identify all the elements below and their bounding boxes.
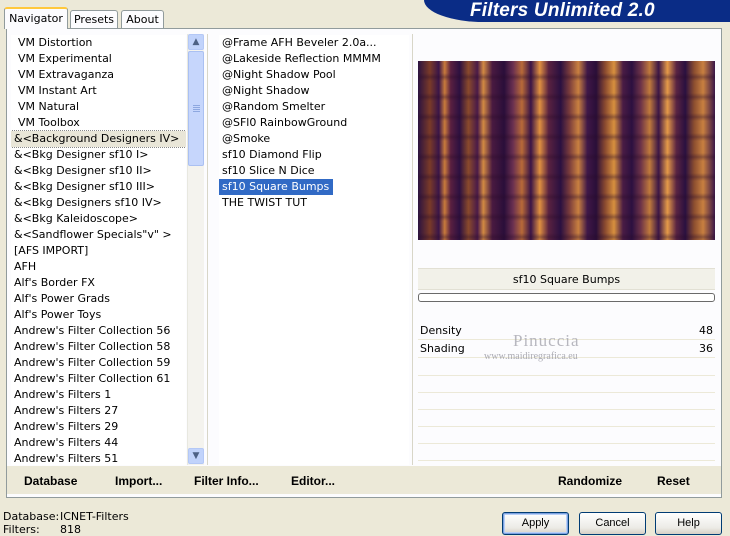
tab-about[interactable]: About: [121, 10, 164, 28]
category-item[interactable]: &<Background Designers IV>: [11, 130, 186, 148]
category-item[interactable]: &<Sandflower Specials"v" >: [11, 227, 186, 243]
filter-preview-image: [418, 61, 715, 240]
param-empty-row: [418, 394, 715, 410]
filter-item[interactable]: THE TWIST TUT: [219, 195, 409, 211]
window-title: Filters Unlimited 2.0: [470, 0, 655, 21]
chevron-down-icon: ▼: [192, 451, 200, 461]
category-item[interactable]: Andrew's Filter Collection 61: [11, 371, 186, 387]
database-value: ICNET-Filters: [60, 510, 129, 523]
category-item[interactable]: VM Toolbox: [11, 115, 186, 131]
database-button[interactable]: Database: [24, 472, 77, 490]
category-item[interactable]: &<Bkg Designer sf10 II>: [11, 163, 186, 179]
filter-item[interactable]: @Night Shadow: [219, 83, 409, 99]
watermark-site: www.maidiregrafica.eu: [484, 351, 578, 362]
filter-item[interactable]: sf10 Slice N Dice: [219, 163, 409, 179]
category-item[interactable]: &<Bkg Designer sf10 III>: [11, 179, 186, 195]
category-item[interactable]: VM Distortion: [11, 35, 186, 51]
apply-button[interactable]: Apply: [502, 512, 569, 535]
category-item[interactable]: Andrew's Filter Collection 59: [11, 355, 186, 371]
filters-count-label: Filters:: [3, 523, 40, 536]
filter-item[interactable]: @Night Shadow Pool: [219, 67, 409, 83]
filters-count-value: 818: [60, 523, 81, 536]
filter-info-button[interactable]: Filter Info...: [194, 472, 259, 490]
param-empty-row: [418, 377, 715, 393]
category-item[interactable]: Alf's Power Toys: [11, 307, 186, 323]
category-item[interactable]: VM Natural: [11, 99, 186, 115]
filter-item[interactable]: @Frame AFH Beveler 2.0a...: [219, 35, 409, 51]
category-list[interactable]: VM Distortion VM Experimental VM Extravaga…: [11, 35, 186, 465]
scroll-thumb[interactable]: [188, 51, 204, 166]
filter-item[interactable]: @Random Smelter: [219, 99, 409, 115]
category-item[interactable]: Andrew's Filters 29: [11, 419, 186, 435]
param-value: 48: [699, 324, 713, 337]
cancel-button[interactable]: Cancel: [579, 512, 646, 535]
param-empty-row: [418, 360, 715, 376]
database-label: Database:: [3, 510, 60, 523]
category-item[interactable]: VM Instant Art: [11, 83, 186, 99]
category-item[interactable]: [AFS IMPORT]: [11, 243, 186, 259]
param-empty-row: [418, 445, 715, 461]
panel-divider: [412, 34, 413, 465]
import-button[interactable]: Import...: [115, 472, 162, 490]
category-item[interactable]: &<Bkg Designer sf10 I>: [11, 147, 186, 163]
param-empty-row: [418, 428, 715, 444]
category-item[interactable]: Andrew's Filters 1: [11, 387, 186, 403]
randomize-button[interactable]: Randomize: [558, 472, 622, 490]
category-item[interactable]: &<Bkg Kaleidoscope>: [11, 211, 186, 227]
tab-presets[interactable]: Presets: [70, 10, 118, 28]
param-label: Shading: [420, 342, 465, 355]
filter-item[interactable]: @SFl0 RainbowGround: [219, 115, 409, 131]
selected-filter-name: sf10 Square Bumps: [418, 268, 715, 290]
category-item[interactable]: Alf's Border FX: [11, 275, 186, 291]
category-item[interactable]: Andrew's Filters 44: [11, 435, 186, 451]
filter-item[interactable]: @Lakeside Reflection MMMM: [219, 51, 409, 67]
help-button[interactable]: Help: [655, 512, 722, 535]
list-divider: [207, 34, 208, 465]
watermark-name: Pinuccia: [513, 331, 580, 350]
category-item[interactable]: VM Experimental: [11, 51, 186, 67]
filter-list[interactable]: @Frame AFH Beveler 2.0a... @Lakeside Refl…: [219, 35, 409, 465]
category-scrollbar[interactable]: ▲ ▼: [187, 34, 204, 465]
param-label: Density: [420, 324, 462, 337]
progress-bar: [418, 293, 715, 302]
category-item[interactable]: Andrew's Filter Collection 56: [11, 323, 186, 339]
filter-item[interactable]: sf10 Square Bumps: [219, 179, 334, 195]
tab-navigator[interactable]: Navigator: [4, 7, 68, 29]
filter-item[interactable]: @Smoke: [219, 131, 409, 147]
param-value: 36: [699, 342, 713, 355]
category-item[interactable]: AFH: [11, 259, 186, 275]
scroll-down-button[interactable]: ▼: [188, 448, 204, 464]
scroll-up-button[interactable]: ▲: [188, 34, 204, 50]
category-item[interactable]: &<Bkg Designers sf10 IV>: [11, 195, 186, 211]
category-item[interactable]: Andrew's Filters 27: [11, 403, 186, 419]
reset-button[interactable]: Reset: [657, 472, 690, 490]
param-empty-row: [418, 411, 715, 427]
category-item[interactable]: Alf's Power Grads: [11, 291, 186, 307]
category-item[interactable]: Andrew's Filters 51: [11, 451, 186, 465]
filter-item[interactable]: sf10 Diamond Flip: [219, 147, 409, 163]
category-item[interactable]: VM Extravaganza: [11, 67, 186, 83]
chevron-up-icon: ▲: [192, 37, 200, 47]
category-item[interactable]: Andrew's Filter Collection 58: [11, 339, 186, 355]
editor-button[interactable]: Editor...: [291, 472, 335, 490]
